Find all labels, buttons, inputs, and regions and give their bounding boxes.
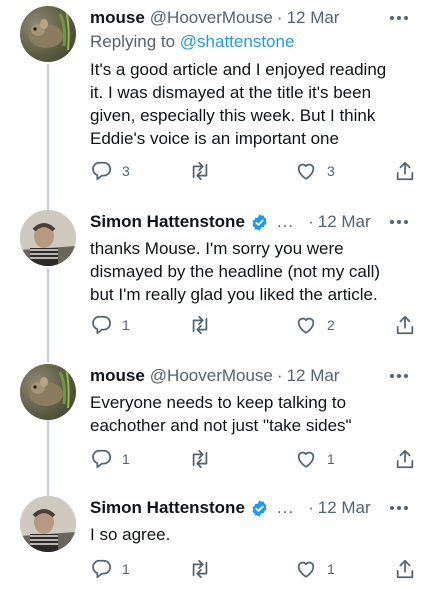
heart-icon [297, 451, 315, 468]
avatar-image [20, 210, 76, 266]
retweet-icon [192, 449, 208, 469]
timestamp[interactable]: 12 Mar [287, 364, 340, 388]
retweet-icon [192, 559, 208, 579]
avatar-image [29, 367, 70, 409]
share-icon [396, 449, 414, 469]
avatar[interactable] [20, 6, 76, 62]
tweet-text-line: thanks Mouse. I'm sorry you were [90, 239, 344, 258]
author-name[interactable]: Simon Hattenstone [90, 496, 245, 520]
reply-icon [92, 161, 112, 181]
avatar[interactable] [20, 496, 76, 552]
author-handle[interactable]: @HooverMouse [150, 364, 273, 388]
tweet-text: I so agree. [90, 523, 422, 546]
tweet-actions: 1 1 [90, 446, 436, 472]
tweet[interactable]: mouse @HooverMouse · 12 Mar Everyone nee… [0, 358, 436, 488]
share-button[interactable] [394, 556, 416, 582]
tweet-text: Everyone needs to keep talking to eachot… [90, 391, 422, 437]
like-button[interactable]: 2 [295, 312, 335, 338]
tweet-header: mouse @HooverMouse · 12 Mar [90, 364, 422, 388]
name-truncation: ... [276, 498, 295, 517]
like-count: 1 [327, 561, 335, 577]
verified-badge-icon [252, 213, 267, 231]
tweet[interactable]: Simon Hattenstone ... · 12 Mar I so agre… [0, 488, 436, 600]
like-button[interactable]: 1 [295, 556, 335, 582]
author-name[interactable]: mouse [90, 364, 145, 388]
author-handle[interactable]: @HooverMouse [150, 6, 273, 30]
tweet-text-line: Everyone needs to keep talking to [90, 393, 347, 412]
reply-icon [92, 449, 112, 469]
tweet-header: Simon Hattenstone ... · 12 Mar [90, 496, 422, 520]
tweet-text-line: but I'm really glad you liked the articl… [90, 285, 378, 304]
avatar-image [20, 496, 76, 552]
reply-button[interactable]: 1 [90, 556, 130, 582]
tweet[interactable]: Simon Hattenstone ... · 12 Mar thanks Mo… [0, 198, 436, 358]
tweet-actions: 3 3 [90, 158, 436, 184]
retweet-button[interactable] [188, 446, 222, 472]
more-icon[interactable] [386, 366, 412, 386]
avatar-image [29, 9, 70, 51]
reply-icon [92, 315, 112, 335]
more-icon[interactable] [386, 498, 412, 518]
tweet-text-line: eachother and not just "take sides" [90, 416, 352, 435]
tweet-text-line: given, especially this week. But I think [90, 106, 376, 125]
author-name[interactable]: mouse [90, 6, 145, 30]
tweet-text-line: It's a good article and I enjoyed readin… [90, 60, 387, 79]
heart-icon [297, 317, 315, 334]
author-name[interactable]: Simon Hattenstone [90, 210, 245, 234]
like-button[interactable]: 1 [295, 446, 335, 472]
separator-dot: · [308, 498, 314, 517]
reply-button[interactable]: 1 [90, 312, 130, 338]
like-count: 2 [327, 317, 335, 333]
retweet-icon [192, 161, 208, 181]
tweet-text-line: Eddie's voice is an important one [90, 129, 339, 148]
tweet[interactable]: mouse @HooverMouse · 12 Mar Replying to … [0, 0, 436, 198]
reply-count: 1 [122, 451, 130, 467]
retweet-button[interactable] [188, 556, 222, 582]
separator-dot: · [276, 8, 283, 27]
heart-icon [297, 163, 315, 180]
heart-icon [297, 561, 315, 578]
share-button[interactable] [394, 446, 416, 472]
tweet-text-line: I so agree. [90, 525, 171, 544]
share-icon [396, 161, 414, 181]
replying-to: Replying to @shattenstone [90, 30, 422, 53]
reply-icon [92, 559, 112, 579]
name-truncation: ... [276, 212, 295, 231]
tweet-text: thanks Mouse. I'm sorry you were dismaye… [90, 237, 422, 306]
tweet-text: It's a good article and I enjoyed readin… [90, 58, 422, 150]
share-icon [396, 559, 414, 579]
tweet-header: Simon Hattenstone ... · 12 Mar [90, 210, 422, 234]
separator-dot: · [308, 212, 314, 231]
tweet-header: mouse @HooverMouse · 12 Mar [90, 6, 422, 30]
retweet-icon [192, 315, 208, 335]
more-icon[interactable] [386, 212, 412, 232]
tweet-text-line: dismayed by the headline (not my call) [90, 262, 381, 281]
retweet-button[interactable] [188, 312, 222, 338]
timestamp[interactable]: 12 Mar [318, 210, 371, 234]
more-icon[interactable] [386, 8, 412, 28]
tweet-text-line: it. I was dismayed at the title it's bee… [90, 83, 372, 102]
reply-count: 3 [122, 163, 130, 179]
tweet-actions: 1 1 [90, 556, 436, 582]
reply-count: 1 [122, 317, 130, 333]
avatar[interactable] [20, 364, 76, 420]
timestamp[interactable]: 12 Mar [318, 496, 371, 520]
replying-to-label: Replying to [90, 32, 176, 51]
reply-count: 1 [122, 561, 130, 577]
verified-badge-icon [252, 499, 267, 517]
like-count: 1 [327, 451, 335, 467]
like-button[interactable]: 3 [295, 158, 335, 184]
like-count: 3 [327, 163, 335, 179]
tweet-actions: 1 2 [90, 312, 436, 338]
reply-button[interactable]: 1 [90, 446, 130, 472]
share-button[interactable] [394, 158, 416, 184]
retweet-button[interactable] [188, 158, 222, 184]
reply-mention-link[interactable]: @shattenstone [180, 32, 295, 51]
timestamp[interactable]: 12 Mar [287, 6, 340, 30]
share-icon [396, 315, 414, 335]
reply-button[interactable]: 3 [90, 158, 130, 184]
separator-dot: · [276, 366, 283, 385]
avatar[interactable] [20, 210, 76, 266]
share-button[interactable] [394, 312, 416, 338]
